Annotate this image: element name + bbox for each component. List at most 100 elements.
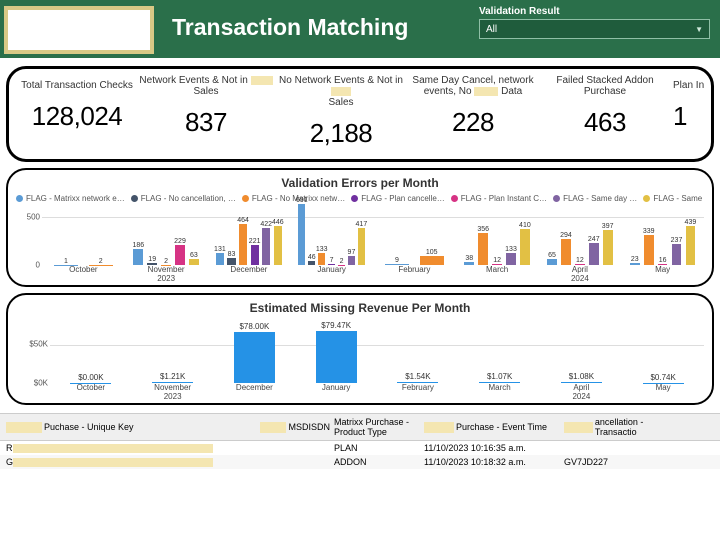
chart-bar[interactable]: 221 <box>251 245 259 265</box>
bar-value-label: 46 <box>308 254 316 261</box>
bar-value-label: 133 <box>316 246 328 253</box>
chart-bar[interactable]: 417 <box>358 228 365 265</box>
bar-value-label: 417 <box>356 221 368 228</box>
legend-item[interactable]: FLAG - No cancellation, … <box>131 194 236 203</box>
bar-value-label: 63 <box>190 252 198 259</box>
bar-value-label: 464 <box>237 217 249 224</box>
redacted-text <box>564 422 593 433</box>
chart-bar[interactable]: 397 <box>603 230 613 265</box>
legend-label: FLAG - Plan Instant C… <box>461 194 547 203</box>
col-product-type[interactable]: Matrixx Purchase - Product Type <box>334 417 420 437</box>
chart-bar[interactable]: 464 <box>239 224 247 265</box>
kpi-value: 128,024 <box>15 101 139 132</box>
chart-bar[interactable]: 133 <box>318 253 325 265</box>
page-title: Transaction Matching <box>154 0 479 58</box>
legend-item[interactable]: FLAG - Same day … <box>553 194 637 203</box>
x-axis-category: February <box>373 265 456 283</box>
cell-event-time: 11/10/2023 10:16:35 a.m. <box>424 443 560 453</box>
bar-value-label: $1.54K <box>405 372 430 382</box>
legend-label: FLAG - Same day … <box>563 194 637 203</box>
chart-bar[interactable]: 439 <box>686 226 696 265</box>
chart-bar[interactable]: 105 <box>420 256 444 265</box>
kpi-value: 837 <box>139 107 273 138</box>
bar-value-label: 356 <box>477 226 489 233</box>
redacted-text <box>424 422 454 433</box>
legend-item[interactable]: FLAG - Plan cancelle… <box>351 194 445 203</box>
chart-bar[interactable]: 339 <box>644 235 654 265</box>
redacted-text <box>260 422 286 433</box>
bar-group: 6529412247397 <box>545 203 615 265</box>
legend-swatch <box>643 195 650 202</box>
chart-bar[interactable]: 422 <box>262 228 270 265</box>
col-cancel-txn[interactable]: ancellation - Transactio <box>564 417 684 437</box>
chart-bar[interactable]: 356 <box>478 233 488 265</box>
chart-bar[interactable]: 186 <box>133 249 143 265</box>
bar-group: 13183464221422446 <box>214 203 284 265</box>
chart-bar[interactable]: $78.00K <box>234 332 275 383</box>
bar-value-label: 229 <box>174 238 186 245</box>
bar-value-label: 2 <box>340 258 344 265</box>
col-msisdn[interactable]: MSDISDN <box>260 422 330 433</box>
chart-bar[interactable]: 237 <box>672 244 682 265</box>
kpi-value: 2,188 <box>273 118 409 149</box>
bar-value-label: $79.47K <box>321 321 351 331</box>
bar-value-label: 294 <box>560 232 572 239</box>
x-axis: OctoberNovember2023DecemberJanuaryFebrua… <box>42 265 704 283</box>
bar-value-label: 97 <box>348 249 356 256</box>
chart-bar[interactable]: 97 <box>348 256 355 265</box>
bar-value-label: 19 <box>148 256 156 263</box>
x-axis-category: November2023 <box>125 265 208 283</box>
table-body: RPLAN11/10/2023 10:16:35 a.m.GADDON11/10… <box>0 441 720 469</box>
redacted-text <box>6 422 42 433</box>
legend-item[interactable]: FLAG - Plan Instant C… <box>451 194 547 203</box>
bar-value-label: 65 <box>548 252 556 259</box>
report-header: Transaction Matching Validation Result A… <box>0 0 720 58</box>
chart-bar[interactable]: 294 <box>561 239 571 265</box>
col-unique-key[interactable]: Puchase - Unique Key <box>6 422 256 433</box>
col-event-time[interactable]: Purchase - Event Time <box>424 422 560 433</box>
redacted-text <box>13 458 213 467</box>
redacted-text <box>251 76 273 85</box>
x-axis-category: April2024 <box>541 383 623 401</box>
legend-item[interactable]: FLAG - Matrixx network e… <box>16 194 125 203</box>
chart-missing-revenue: Estimated Missing Revenue Per Month $50K… <box>6 293 714 405</box>
chart-bar[interactable]: 410 <box>520 229 530 265</box>
legend-item[interactable]: FLAG - Same day … <box>643 194 704 203</box>
validation-result-filter: Validation Result All ▼ <box>479 0 720 58</box>
kpi-cards: Total Transaction Checks 128,024 Network… <box>6 66 714 162</box>
chart-bar[interactable]: 83 <box>227 258 235 265</box>
y-axis: 500 0 <box>16 203 42 265</box>
bar-value-label: 12 <box>493 257 501 264</box>
x-axis: OctoberNovember2023DecemberJanuaryFebrua… <box>50 383 704 401</box>
kpi-label: Same Day Cancel, network events, No Data <box>412 75 533 97</box>
bar-value-label: 133 <box>505 246 517 253</box>
redacted-text <box>474 87 498 96</box>
chart-bar[interactable]: 446 <box>274 226 282 266</box>
bar-value-label: 186 <box>132 242 144 249</box>
cell-product-type: PLAN <box>334 443 420 453</box>
kpi-value: 463 <box>537 107 673 138</box>
chart-bar[interactable]: 133 <box>506 253 516 265</box>
legend-item[interactable]: FLAG - No Matrixx netw… <box>242 194 345 203</box>
chart-bar[interactable]: 131 <box>216 253 224 265</box>
chevron-down-icon: ▼ <box>695 25 703 34</box>
x-axis-category: April2024 <box>539 265 622 283</box>
cell-key: G <box>6 457 256 467</box>
table-row[interactable]: RPLAN11/10/2023 10:16:35 a.m. <box>0 441 720 455</box>
kpi-label: No Network Events & Not in Sales <box>273 75 409 108</box>
bar-value-label: 221 <box>249 238 261 245</box>
bar-value-label: $1.08K <box>569 372 594 382</box>
cell-cancel-txn <box>564 443 684 453</box>
bar-value-label: 2 <box>99 258 103 265</box>
kpi-label: Total Transaction Checks <box>21 80 133 91</box>
validation-result-dropdown[interactable]: All ▼ <box>479 19 710 39</box>
chart-bar[interactable]: 691 <box>298 204 305 265</box>
table-row[interactable]: GADDON11/10/2023 10:18:32 a.m.GV7JD227 <box>0 455 720 469</box>
chart-bar[interactable]: 229 <box>175 245 185 265</box>
chart-bar[interactable]: $79.47K <box>316 331 357 383</box>
kpi-same-day-cancel: Same Day Cancel, network events, No Data… <box>409 75 537 138</box>
bar-value-label: $78.00K <box>239 322 269 332</box>
bar-value-label: 339 <box>643 228 655 235</box>
legend-label: FLAG - No cancellation, … <box>141 194 236 203</box>
chart-bar[interactable]: 247 <box>589 243 599 265</box>
